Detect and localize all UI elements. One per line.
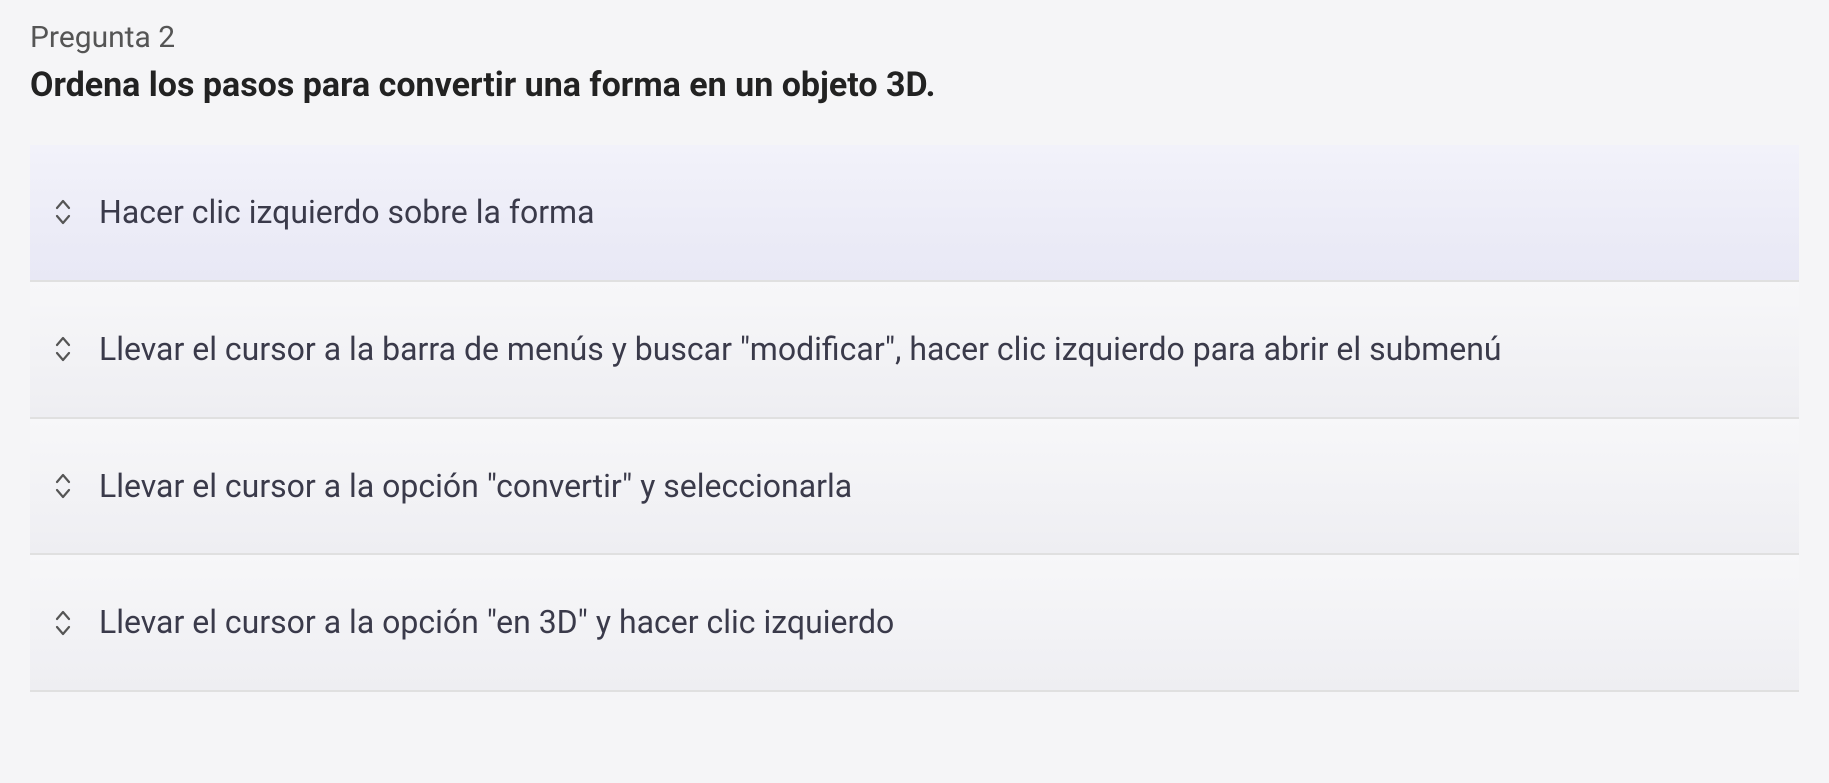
ordering-item-text: Hacer clic izquierdo sobre la forma — [99, 190, 595, 235]
reorder-handle-icon[interactable] — [45, 472, 81, 500]
reorder-handle-icon[interactable] — [45, 335, 81, 363]
ordering-item[interactable]: Llevar el cursor a la barra de menús y b… — [30, 282, 1799, 419]
ordering-item[interactable]: Hacer clic izquierdo sobre la forma — [30, 145, 1799, 282]
question-prompt: Ordena los pasos para convertir una form… — [30, 65, 1799, 105]
ordering-item-text: Llevar el cursor a la opción "en 3D" y h… — [99, 600, 894, 645]
ordering-item-text: Llevar el cursor a la barra de menús y b… — [99, 327, 1502, 372]
reorder-handle-icon[interactable] — [45, 198, 81, 226]
ordering-item-text: Llevar el cursor a la opción "convertir"… — [99, 464, 852, 509]
ordering-list: Hacer clic izquierdo sobre la forma Llev… — [30, 145, 1799, 692]
question-number: Pregunta 2 — [30, 20, 1799, 55]
question-header: Pregunta 2 Ordena los pasos para convert… — [30, 20, 1799, 105]
ordering-item[interactable]: Llevar el cursor a la opción "en 3D" y h… — [30, 555, 1799, 692]
reorder-handle-icon[interactable] — [45, 609, 81, 637]
ordering-item[interactable]: Llevar el cursor a la opción "convertir"… — [30, 419, 1799, 556]
